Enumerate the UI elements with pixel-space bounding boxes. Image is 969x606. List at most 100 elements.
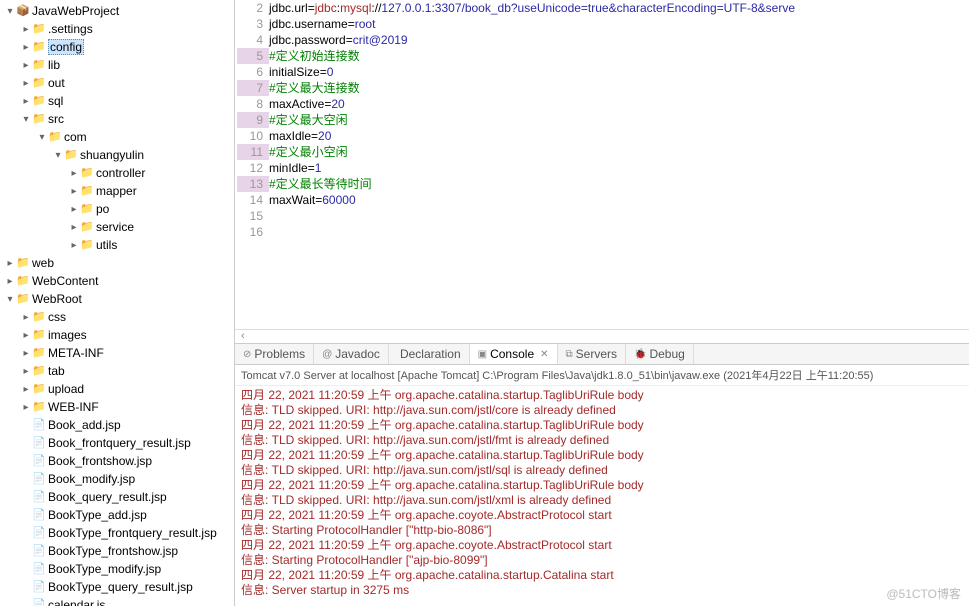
tree-item-controller[interactable]: ▸📁controller bbox=[0, 164, 234, 182]
tree-item-tab[interactable]: ▸📁tab bbox=[0, 362, 234, 380]
tab-console[interactable]: ▣Console✕ bbox=[470, 344, 558, 364]
code-line[interactable]: 8maxActive=20 bbox=[237, 96, 967, 112]
tree-item-config[interactable]: ▸📁config bbox=[0, 38, 234, 56]
tree-item-book-query-result-jsp[interactable]: 📄Book_query_result.jsp bbox=[0, 488, 234, 506]
code-content[interactable] bbox=[269, 208, 967, 224]
code-line[interactable]: 3jdbc.username=root bbox=[237, 16, 967, 32]
code-line[interactable]: 13#定义最长等待时间 bbox=[237, 176, 967, 192]
tree-item-booktype-frontquery-result-jsp[interactable]: 📄BookType_frontquery_result.jsp bbox=[0, 524, 234, 542]
code-content[interactable]: maxActive=20 bbox=[269, 96, 967, 112]
tree-item-calendar-js[interactable]: 📄calendar.js bbox=[0, 596, 234, 606]
tree-item-sql[interactable]: ▸📁sql bbox=[0, 92, 234, 110]
twisty-icon[interactable]: ▸ bbox=[68, 240, 80, 251]
code-line[interactable]: 6initialSize=0 bbox=[237, 64, 967, 80]
twisty-icon[interactable]: ▸ bbox=[20, 366, 32, 377]
code-line[interactable]: 12minIdle=1 bbox=[237, 160, 967, 176]
project-explorer[interactable]: ▾📦JavaWebProject▸📁.settings▸📁config▸📁lib… bbox=[0, 0, 235, 606]
folder-icon: 📁 bbox=[32, 382, 46, 396]
tree-item-service[interactable]: ▸📁service bbox=[0, 218, 234, 236]
tab-debug[interactable]: 🐞Debug bbox=[626, 344, 694, 364]
code-content[interactable]: jdbc.username=root bbox=[269, 16, 967, 32]
twisty-icon[interactable]: ▾ bbox=[4, 294, 16, 305]
tree-item-mapper[interactable]: ▸📁mapper bbox=[0, 182, 234, 200]
tree-item-shuangyulin[interactable]: ▾📁shuangyulin bbox=[0, 146, 234, 164]
twisty-icon[interactable]: ▸ bbox=[4, 276, 16, 287]
close-icon[interactable]: ✕ bbox=[540, 349, 548, 360]
tree-item-web-inf[interactable]: ▸📁WEB-INF bbox=[0, 398, 234, 416]
twisty-icon[interactable]: ▾ bbox=[20, 114, 32, 125]
tree-item-booktype-frontshow-jsp[interactable]: 📄BookType_frontshow.jsp bbox=[0, 542, 234, 560]
code-line[interactable]: 9#定义最大空闲 bbox=[237, 112, 967, 128]
code-line[interactable]: 15 bbox=[237, 208, 967, 224]
twisty-icon[interactable]: ▸ bbox=[68, 168, 80, 179]
code-content[interactable]: jdbc.url=jdbc:mysql://127.0.0.1:3307/boo… bbox=[269, 0, 967, 16]
twisty-icon[interactable]: ▸ bbox=[20, 330, 32, 341]
twisty-icon[interactable]: ▾ bbox=[36, 132, 48, 143]
code-line[interactable]: 16 bbox=[237, 224, 967, 240]
console-output[interactable]: 四月 22, 2021 11:20:59 上午 org.apache.catal… bbox=[235, 386, 969, 606]
tree-label: WebRoot bbox=[32, 292, 82, 306]
tree-item-book-add-jsp[interactable]: 📄Book_add.jsp bbox=[0, 416, 234, 434]
tree-item-utils[interactable]: ▸📁utils bbox=[0, 236, 234, 254]
tab-declaration[interactable]: Declaration bbox=[389, 344, 470, 364]
code-content[interactable]: jdbc.password=crit@2019 bbox=[269, 32, 967, 48]
tree-item--settings[interactable]: ▸📁.settings bbox=[0, 20, 234, 38]
tree-item-images[interactable]: ▸📁images bbox=[0, 326, 234, 344]
tree-item-out[interactable]: ▸📁out bbox=[0, 74, 234, 92]
code-content[interactable]: maxIdle=20 bbox=[269, 128, 967, 144]
twisty-icon[interactable]: ▸ bbox=[68, 186, 80, 197]
twisty-icon[interactable]: ▸ bbox=[20, 312, 32, 323]
tree-item-web[interactable]: ▸📁web bbox=[0, 254, 234, 272]
twisty-icon[interactable]: ▸ bbox=[20, 402, 32, 413]
twisty-icon[interactable]: ▸ bbox=[20, 348, 32, 359]
tab-problems[interactable]: ⊘Problems bbox=[235, 344, 314, 364]
twisty-icon[interactable]: ▸ bbox=[68, 204, 80, 215]
code-content[interactable]: initialSize=0 bbox=[269, 64, 967, 80]
code-content[interactable]: #定义最大空闲 bbox=[269, 112, 967, 128]
tree-item-webcontent[interactable]: ▸📁WebContent bbox=[0, 272, 234, 290]
twisty-icon[interactable]: ▸ bbox=[68, 222, 80, 233]
code-line[interactable]: 2jdbc.url=jdbc:mysql://127.0.0.1:3307/bo… bbox=[237, 0, 967, 16]
twisty-icon[interactable]: ▸ bbox=[4, 258, 16, 269]
tree-item-book-modify-jsp[interactable]: 📄Book_modify.jsp bbox=[0, 470, 234, 488]
tree-item-upload[interactable]: ▸📁upload bbox=[0, 380, 234, 398]
code-line[interactable]: 14maxWait=60000 bbox=[237, 192, 967, 208]
code-content[interactable]: maxWait=60000 bbox=[269, 192, 967, 208]
tree-item-po[interactable]: ▸📁po bbox=[0, 200, 234, 218]
tree-item-css[interactable]: ▸📁css bbox=[0, 308, 234, 326]
tab-javadoc[interactable]: @Javadoc bbox=[314, 344, 389, 364]
code-line[interactable]: 10maxIdle=20 bbox=[237, 128, 967, 144]
code-content[interactable]: minIdle=1 bbox=[269, 160, 967, 176]
twisty-icon[interactable]: ▸ bbox=[20, 384, 32, 395]
code-line[interactable]: 4jdbc.password=crit@2019 bbox=[237, 32, 967, 48]
tree-item-lib[interactable]: ▸📁lib bbox=[0, 56, 234, 74]
tree-item-com[interactable]: ▾📁com bbox=[0, 128, 234, 146]
code-content[interactable]: #定义最长等待时间 bbox=[269, 176, 967, 192]
twisty-icon[interactable]: ▸ bbox=[20, 60, 32, 71]
code-content[interactable] bbox=[269, 224, 967, 240]
twisty-icon[interactable]: ▾ bbox=[4, 6, 16, 17]
code-content[interactable]: #定义最大连接数 bbox=[269, 80, 967, 96]
twisty-icon[interactable]: ▸ bbox=[20, 42, 32, 53]
twisty-icon[interactable]: ▸ bbox=[20, 96, 32, 107]
tree-item-booktype-query-result-jsp[interactable]: 📄BookType_query_result.jsp bbox=[0, 578, 234, 596]
horizontal-scroll-indicator[interactable]: ‹ bbox=[235, 329, 969, 343]
code-content[interactable]: #定义初始连接数 bbox=[269, 48, 967, 64]
twisty-icon[interactable]: ▸ bbox=[20, 78, 32, 89]
tree-item-meta-inf[interactable]: ▸📁META-INF bbox=[0, 344, 234, 362]
tree-item-webroot[interactable]: ▾📁WebRoot bbox=[0, 290, 234, 308]
tree-item-javawebproject[interactable]: ▾📦JavaWebProject bbox=[0, 2, 234, 20]
twisty-icon[interactable]: ▸ bbox=[20, 24, 32, 35]
twisty-icon[interactable]: ▾ bbox=[52, 150, 64, 161]
tree-item-src[interactable]: ▾📁src bbox=[0, 110, 234, 128]
code-line[interactable]: 11#定义最小空闲 bbox=[237, 144, 967, 160]
code-line[interactable]: 7#定义最大连接数 bbox=[237, 80, 967, 96]
code-content[interactable]: #定义最小空闲 bbox=[269, 144, 967, 160]
tree-item-booktype-add-jsp[interactable]: 📄BookType_add.jsp bbox=[0, 506, 234, 524]
code-editor[interactable]: 2jdbc.url=jdbc:mysql://127.0.0.1:3307/bo… bbox=[235, 0, 969, 329]
tab-servers[interactable]: ⧉Servers bbox=[558, 344, 626, 364]
code-line[interactable]: 5#定义初始连接数 bbox=[237, 48, 967, 64]
tree-item-book-frontshow-jsp[interactable]: 📄Book_frontshow.jsp bbox=[0, 452, 234, 470]
tree-item-book-frontquery-result-jsp[interactable]: 📄Book_frontquery_result.jsp bbox=[0, 434, 234, 452]
tree-item-booktype-modify-jsp[interactable]: 📄BookType_modify.jsp bbox=[0, 560, 234, 578]
